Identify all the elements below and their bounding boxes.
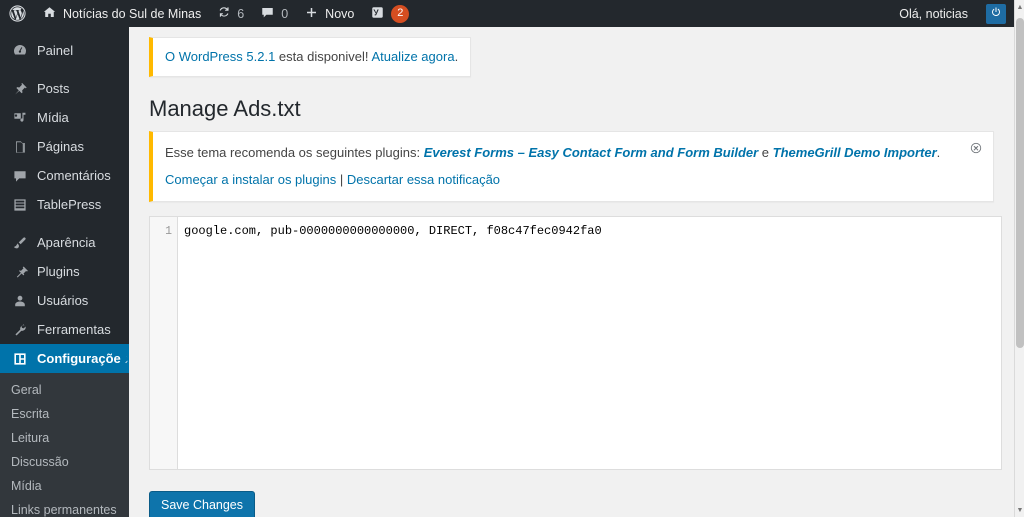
updates-button[interactable]: 6 <box>209 0 252 27</box>
page-title: Manage Ads.txt <box>149 95 301 121</box>
wordpress-update-notice: O WordPress 5.2.1 esta disponivel! Atual… <box>149 37 472 77</box>
site-name-button[interactable]: Notícias do Sul de Minas <box>34 0 209 27</box>
sidebar-label: Posts <box>37 81 70 96</box>
brush-icon <box>11 234 29 252</box>
sidebar-label: Páginas <box>37 139 84 154</box>
media-icon <box>11 109 29 127</box>
settings-submenu: Geral Escrita Leitura Discussão Mídia Li… <box>0 373 129 517</box>
dashboard-icon <box>11 42 29 60</box>
sidebar-item-painel[interactable]: Painel <box>0 36 129 65</box>
update-notice-text: esta disponivel! <box>275 49 372 64</box>
wordpress-admin-screen: Notícias do Sul de Minas 6 0 Novo 2 Olá,… <box>0 0 1024 517</box>
sidebar-item-configuracoes[interactable]: Configurações <box>0 344 129 373</box>
content-wrap: O WordPress 5.2.1 esta disponivel! Atual… <box>129 27 1014 517</box>
sidebar-item-ferramentas[interactable]: Ferramentas <box>0 315 129 344</box>
scroll-down-arrow-icon[interactable]: ▼ <box>1015 505 1024 515</box>
comments-count: 0 <box>281 6 289 21</box>
comment-icon <box>11 167 29 185</box>
user-icon <box>11 292 29 310</box>
browser-scrollbar[interactable]: ▲ ▼ <box>1014 0 1024 517</box>
updates-count: 6 <box>237 6 245 21</box>
menu-spacer-top <box>0 27 129 36</box>
begin-installing-plugins-link[interactable]: Começar a instalar os plugins <box>165 172 336 187</box>
sidebar-item-tablepress[interactable]: TablePress <box>0 190 129 219</box>
editor-line-number-gutter: 1 <box>150 217 178 470</box>
update-now-link[interactable]: Atualize agora <box>371 49 454 64</box>
update-version-link[interactable]: O WordPress 5.2.1 <box>165 49 275 64</box>
close-circle-icon[interactable] <box>969 141 983 155</box>
power-button[interactable] <box>986 3 1006 24</box>
plugins-period: . <box>936 145 941 161</box>
recommended-plugins-notice: Esse tema recomenda os seguintes plugins… <box>149 131 994 203</box>
editor-code-content[interactable]: google.com, pub-0000000000000000, DIRECT… <box>179 217 1001 469</box>
plugins-notice-text: Esse tema recomenda os seguintes plugins… <box>165 143 981 163</box>
sidebar-item-usuarios[interactable]: Usuários <box>0 286 129 315</box>
wordpress-logo-button[interactable] <box>0 0 34 27</box>
home-icon <box>42 5 57 23</box>
comment-bubble-icon <box>260 5 275 23</box>
sidebar-label: Ferramentas <box>37 322 111 337</box>
yoast-seo-button[interactable]: 2 <box>362 0 417 27</box>
sidebar-label: Painel <box>37 43 74 58</box>
submenu-item-leitura[interactable]: Leitura <box>0 426 129 450</box>
plugin-link-themegrill-demo-importer[interactable]: ThemeGrill Demo Importer <box>773 145 937 160</box>
plugin-link-everest-forms[interactable]: Everest Forms – Easy Contact Form and Fo… <box>424 145 758 160</box>
settings-icon <box>11 350 29 368</box>
sidebar-label: Usuários <box>37 293 89 308</box>
power-icon <box>990 6 1002 21</box>
sidebar-label: Plugins <box>37 264 80 279</box>
site-name-label: Notícias do Sul de Minas <box>63 6 202 21</box>
update-notice-period: . <box>454 49 459 64</box>
menu-spacer-2 <box>0 219 129 228</box>
plug-icon <box>11 263 29 281</box>
admin-bar: Notícias do Sul de Minas 6 0 Novo 2 Olá,… <box>0 0 1014 27</box>
action-separator: | <box>336 171 347 187</box>
sidebar-item-aparencia[interactable]: Aparência <box>0 228 129 257</box>
plus-icon <box>304 5 319 23</box>
sidebar-label: Mídia <box>37 110 69 125</box>
yoast-seo-icon <box>370 5 385 23</box>
my-account-menu[interactable]: Olá, noticias <box>891 0 986 27</box>
dismiss-notice-link[interactable]: Descartar essa notificação <box>347 172 500 187</box>
comments-button[interactable]: 0 <box>252 0 296 27</box>
scroll-up-arrow-icon[interactable]: ▲ <box>1015 2 1024 12</box>
scrollbar-thumb[interactable] <box>1016 18 1024 348</box>
submenu-item-geral[interactable]: Geral <box>0 378 129 402</box>
sidebar-label: Aparência <box>37 235 96 250</box>
sidebar-label: TablePress <box>37 197 102 212</box>
sidebar-item-paginas[interactable]: Páginas <box>0 132 129 161</box>
submenu-item-midia[interactable]: Mídia <box>0 474 129 498</box>
sidebar-item-posts[interactable]: Posts <box>0 74 129 103</box>
new-content-button[interactable]: Novo <box>296 0 362 27</box>
sidebar-item-midia[interactable]: Mídia <box>0 103 129 132</box>
submenu-item-discussao[interactable]: Discussão <box>0 450 129 474</box>
sidebar-item-comentarios[interactable]: Comentários <box>0 161 129 190</box>
sidebar-label: Configurações <box>37 351 129 366</box>
yoast-seo-badge: 2 <box>391 4 410 23</box>
howdy-label: Olá, noticias <box>899 6 968 21</box>
table-icon <box>11 196 29 214</box>
submenu-item-links-permanentes[interactable]: Links permanentes <box>0 498 129 517</box>
plugins-intro: Esse tema recomenda os seguintes plugins… <box>165 145 424 161</box>
admin-sidebar-menu: Painel Posts Mídia Páginas Comentários T… <box>0 27 129 517</box>
plugins-conjunction: e <box>758 145 773 161</box>
line-number: 1 <box>165 225 172 239</box>
menu-spacer-1 <box>0 65 129 74</box>
sidebar-label: Comentários <box>37 168 111 183</box>
sidebar-item-plugins[interactable]: Plugins <box>0 257 129 286</box>
wordpress-logo-icon <box>9 5 26 22</box>
updates-icon <box>217 5 231 22</box>
pin-icon <box>11 80 29 98</box>
save-changes-button[interactable]: Save Changes <box>149 491 256 517</box>
submenu-item-escrita[interactable]: Escrita <box>0 402 129 426</box>
new-content-label: Novo <box>325 6 355 21</box>
plugins-notice-actions: Começar a instalar os plugins | Descarta… <box>165 170 981 190</box>
main-content-area: O WordPress 5.2.1 esta disponivel! Atual… <box>129 27 1014 517</box>
pages-icon <box>11 138 29 156</box>
ads-txt-code-editor[interactable]: 1 google.com, pub-0000000000000000, DIRE… <box>149 216 1002 471</box>
wrench-icon <box>11 321 29 339</box>
